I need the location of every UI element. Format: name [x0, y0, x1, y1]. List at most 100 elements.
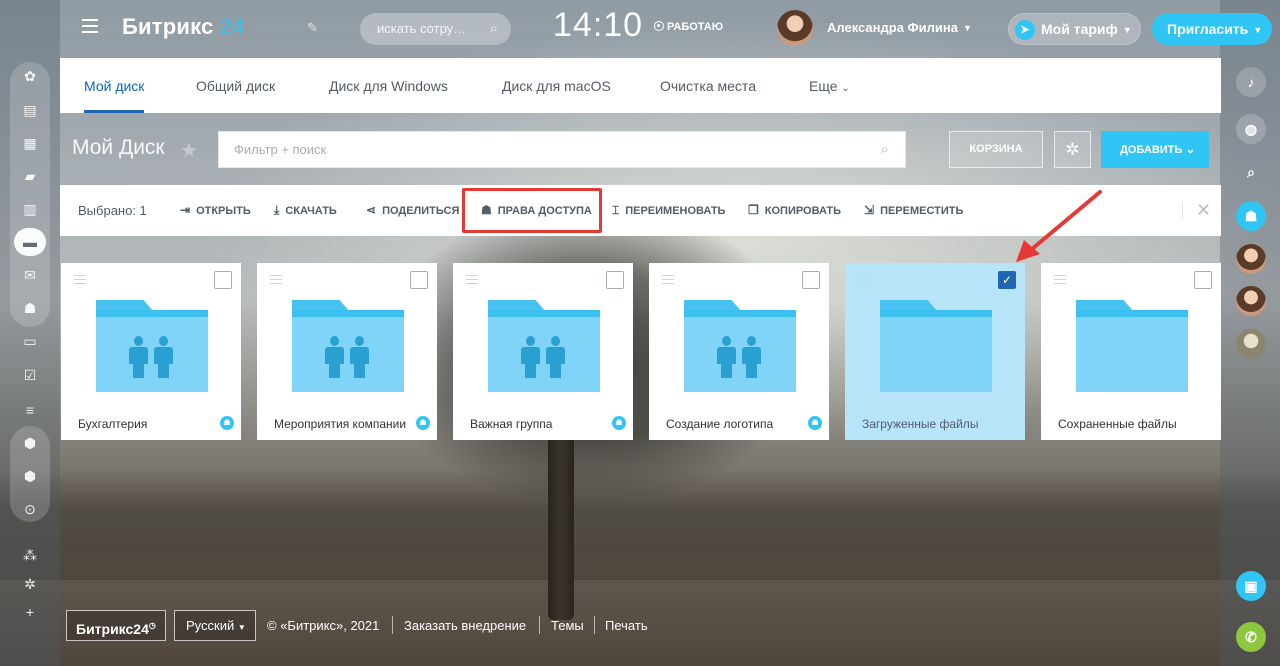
add-icon[interactable]: + [20, 602, 40, 622]
employee-search-input[interactable]: искать сотру… ⌕ [360, 13, 511, 45]
drag-handle-icon[interactable] [1054, 275, 1066, 287]
bitrix-logo[interactable]: Битрикс 24 [122, 14, 245, 40]
order-implementation-link[interactable]: Заказать внедрение [404, 618, 526, 633]
folder-name[interactable]: Бухгалтерия [78, 417, 147, 431]
tab-disk-windows[interactable]: Диск для Windows [329, 58, 448, 113]
folder-checkbox[interactable] [214, 271, 232, 289]
folder-icon [1076, 300, 1188, 392]
more-icon[interactable]: ⊙ [20, 499, 40, 519]
folder-name[interactable]: Загруженные файлы [862, 417, 978, 431]
drag-handle-icon[interactable] [858, 275, 870, 287]
filter-search-input[interactable]: Фильтр + поиск ⌕ [218, 131, 906, 168]
folder-name[interactable]: Сохраненные файлы [1058, 417, 1177, 431]
invite-button[interactable]: Пригласить ▼ [1152, 13, 1272, 45]
app-icon[interactable]: ⬢ [20, 433, 40, 453]
folder-name[interactable]: Мероприятия компании [274, 417, 406, 431]
folder-icon [880, 300, 992, 392]
groups-icon[interactable]: ☗ [20, 298, 40, 318]
chevron-down-icon: ▼ [1253, 25, 1263, 35]
download-button[interactable]: ⤓ СКАЧАТЬ [274, 185, 337, 237]
mail-icon[interactable]: ✉ [20, 265, 40, 285]
user-menu[interactable]: Александра Филина ▼ [827, 20, 972, 35]
chat-icon[interactable]: ▰ [20, 166, 40, 186]
folder-card[interactable]: Важная группа ☗ [453, 263, 633, 440]
copy-icon: ❐ [748, 203, 759, 217]
calendar-icon[interactable]: ▦ [20, 133, 40, 153]
contacts-icon[interactable]: ☗ [1236, 201, 1266, 231]
folder-name[interactable]: Важная группа [470, 417, 552, 431]
language-label: Русский [186, 618, 235, 633]
filter-placeholder: Фильтр + поиск [234, 142, 327, 157]
tab-more[interactable]: Еще ⌄ [809, 58, 850, 113]
sitemap-icon[interactable]: ⁂ [20, 545, 40, 565]
tab-more-label: Еще [809, 78, 838, 94]
folder-card[interactable]: Создание логотипа ☗ [649, 263, 829, 440]
edit-pencil-icon[interactable]: ✎ [307, 20, 318, 36]
tab-disk-macos[interactable]: Диск для macOS [502, 58, 611, 113]
tab-shared-disk[interactable]: Общий диск [196, 58, 275, 113]
folder-card[interactable]: Сохраненные файлы [1041, 263, 1221, 440]
crm-funnel-icon[interactable]: ≡ [20, 400, 40, 420]
open-button[interactable]: ⇥ ОТКРЫТЬ [180, 185, 251, 237]
call-icon[interactable]: ✆ [1236, 622, 1266, 652]
trash-button[interactable]: КОРЗИНА [949, 131, 1043, 168]
logo-text: Битрикс [122, 14, 214, 39]
copy-button[interactable]: ❐ КОПИРОВАТЬ [748, 185, 841, 237]
shared-badge-icon: ☗ [416, 416, 430, 430]
folder-card[interactable]: Бухгалтерия ☗ [61, 263, 241, 440]
rename-button[interactable]: ⌶ ПЕРЕИМЕНОВАТЬ [612, 185, 725, 237]
chevron-down-icon: ⌄ [1185, 142, 1196, 156]
notifications-icon[interactable]: ♪ [1236, 67, 1266, 97]
search-icon[interactable]: ⌕ [1236, 157, 1266, 187]
folder-name[interactable]: Создание логотипа [666, 417, 773, 431]
folder-checkbox[interactable] [1194, 271, 1212, 289]
folder-checkbox[interactable] [606, 271, 624, 289]
drag-handle-icon[interactable] [74, 275, 86, 287]
automation-icon[interactable]: ☑ [20, 365, 40, 385]
shared-badge-icon: ☗ [612, 416, 626, 430]
shared-badge-icon: ☗ [220, 416, 234, 430]
contact-avatar-3[interactable] [1236, 329, 1266, 359]
tab-my-disk[interactable]: Мой диск [84, 58, 145, 113]
user-avatar[interactable] [777, 10, 813, 46]
crm-phone-icon[interactable]: ▣ [1236, 571, 1266, 601]
contact-avatar-1[interactable] [1236, 244, 1266, 274]
folder-card[interactable]: Мероприятия компании ☗ [257, 263, 437, 440]
clock[interactable]: 14:10 [553, 6, 643, 45]
folder-checkbox-checked[interactable]: ✓ [998, 271, 1016, 289]
language-select[interactable]: Русский ▼ [174, 610, 256, 641]
app-2-icon[interactable]: ⬢ [20, 466, 40, 486]
settings-icon[interactable]: ✲ [20, 574, 40, 594]
contact-avatar-2[interactable] [1236, 286, 1266, 316]
disk-icon[interactable]: ▬ [20, 232, 40, 252]
my-tariff-button[interactable]: ➤ Мой тариф ▼ [1008, 13, 1141, 45]
sites-icon[interactable]: ▭ [20, 331, 40, 351]
footer-divider [594, 616, 595, 634]
themes-link[interactable]: Темы [551, 618, 584, 633]
share-button[interactable]: ⋖ ПОДЕЛИТЬСЯ [366, 185, 459, 237]
close-icon[interactable]: ✕ [1196, 185, 1211, 236]
share-icon: ⋖ [366, 203, 377, 217]
folder-checkbox[interactable] [410, 271, 428, 289]
background-treeline [0, 470, 1280, 580]
move-button[interactable]: ⇲ ПЕРЕМЕСТИТЬ [864, 185, 963, 237]
folder-card-selected[interactable]: ✓ Загруженные файлы [845, 263, 1025, 440]
print-link[interactable]: Печать [605, 618, 648, 633]
work-status[interactable]: РАБОТАЮ [654, 21, 723, 33]
rename-label: ПЕРЕИМЕНОВАТЬ [625, 205, 726, 217]
messages-icon[interactable]: ◍ [1236, 114, 1266, 144]
settings-gear-button[interactable]: ✲ [1054, 131, 1091, 168]
activity-stream-icon[interactable]: ✿ [20, 66, 40, 86]
menu-burger-icon[interactable] [82, 19, 98, 33]
drag-handle-icon[interactable] [466, 275, 478, 287]
footer-logo[interactable]: Битрикс24◷ [66, 610, 166, 641]
add-button[interactable]: ДОБАВИТЬ ⌄ [1101, 131, 1209, 168]
footer-logo-text: Битрикс24 [76, 621, 149, 637]
favorite-star-icon[interactable]: ★ [180, 138, 198, 163]
drag-handle-icon[interactable] [662, 275, 674, 287]
drag-handle-icon[interactable] [270, 275, 282, 287]
tasks-icon[interactable]: ▤ [20, 100, 40, 120]
folder-checkbox[interactable] [802, 271, 820, 289]
tab-cleanup[interactable]: Очистка места [660, 58, 756, 113]
documents-icon[interactable]: ▥ [20, 199, 40, 219]
